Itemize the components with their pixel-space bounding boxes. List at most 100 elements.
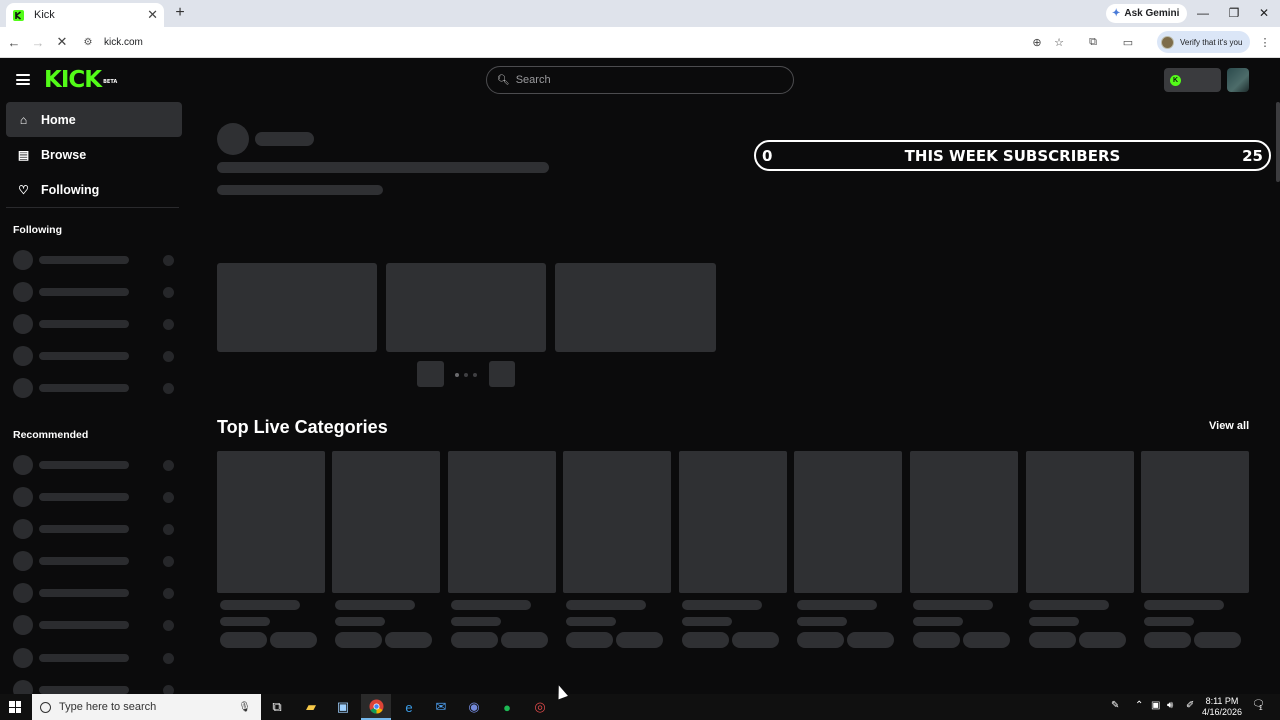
carousel-card-skeleton[interactable] [386,263,546,352]
bookmark-star-icon[interactable]: ☆ [1052,35,1066,49]
carousel-card-skeleton[interactable] [555,263,716,352]
taskbar-search-input[interactable]: Type here to search 🎙︎ [32,694,261,720]
edge-icon[interactable]: e [394,694,424,720]
category-card-skeleton[interactable] [1141,451,1249,593]
category-card-skeleton[interactable] [563,451,671,593]
featured-name-skeleton [255,132,314,146]
carousel-dot[interactable] [473,373,477,377]
notification-icon[interactable]: 🗨︎1 [1252,699,1269,712]
heart-icon: ♡ [18,182,29,197]
category-card-skeleton[interactable] [910,451,1018,593]
minimize-icon[interactable]: — [1192,4,1214,22]
page-scrollbar[interactable] [1276,102,1280,182]
category-viewers-skeleton [335,617,385,626]
following-skeleton-row [13,346,176,366]
category-name-skeleton [913,600,993,610]
browser-menu-icon[interactable]: ⋮ [1258,35,1272,49]
zoom-icon[interactable]: ⊕ [1030,35,1044,49]
category-tag-skeleton [1194,632,1241,648]
recommended-skeleton-row [13,680,176,694]
category-tag-skeleton [501,632,548,648]
recommended-skeleton-row [13,583,176,603]
task-view-icon[interactable]: ⧉ [262,694,292,720]
forward-arrow-icon[interactable]: → [30,34,46,50]
category-tag-skeleton [566,632,613,648]
hamburger-menu-icon[interactable] [16,74,30,85]
sidebar: ⌂ Home ▤ Browse ♡ Following Following Re… [0,102,188,694]
volume-icon[interactable]: 🔊︎ [1167,700,1173,711]
tray-chevron-up-icon[interactable]: ⌃ [1135,700,1143,711]
cortana-circle-icon [40,701,51,713]
category-card-skeleton[interactable] [679,451,787,593]
category-name-skeleton [1029,600,1109,610]
obs-icon[interactable]: ◎ [525,694,555,720]
category-card-skeleton[interactable] [448,451,556,593]
carousel-dot[interactable] [464,373,468,377]
category-card-skeleton[interactable] [794,451,902,593]
user-avatar[interactable] [1227,68,1249,92]
header-status-button[interactable]: K [1164,68,1221,92]
extensions-puzzle-icon[interactable]: ⧉ [1086,35,1100,49]
category-card-skeleton[interactable] [1026,451,1134,593]
following-skeleton-row [13,282,176,302]
kick-logo[interactable]: KICK BETA [44,67,117,93]
category-card-skeleton[interactable] [332,451,440,593]
carousel-card-skeleton[interactable] [217,263,377,352]
carousel-dot[interactable] [455,373,459,377]
sidebar-item-home[interactable]: ⌂ Home [6,102,182,137]
sidebar-item-following[interactable]: ♡ Following [6,172,182,207]
side-panel-icon[interactable]: ▭ [1121,35,1135,49]
recommended-heading: Recommended [13,429,89,441]
carousel-prev-button[interactable] [417,361,444,387]
category-tag-skeleton [963,632,1010,648]
sidebar-item-label: Browse [41,147,87,162]
microsoft-store-icon[interactable]: ▣ [328,694,358,720]
sidebar-item-label: Home [41,112,76,127]
network-icon[interactable]: ▣ [1151,700,1160,711]
category-tag-skeleton [270,632,317,648]
category-card-skeleton[interactable] [217,451,325,593]
category-tag-skeleton [1029,632,1076,648]
category-viewers-skeleton [451,617,501,626]
sidebar-item-browse[interactable]: ▤ Browse [6,137,182,172]
category-tag-skeleton [616,632,663,648]
restore-icon[interactable]: ❐ [1223,4,1245,22]
subscribers-goal-value: 25 [1242,146,1263,165]
file-explorer-icon[interactable]: ▰ [296,694,326,720]
category-tag-skeleton [682,632,729,648]
search-placeholder: Search [515,74,551,86]
stop-loading-icon[interactable]: ✕ [54,34,70,50]
search-icon: 🔍︎ [497,74,510,86]
taskbar-clock[interactable]: 8:11 PM 4/16/2026 [1202,696,1242,718]
ask-gemini-button[interactable]: ✦ Ask Gemini [1106,4,1188,23]
close-window-icon[interactable]: ✕ [1253,4,1275,22]
tab-title: Kick [34,9,55,21]
windows-start-icon[interactable] [9,701,21,713]
category-tag-skeleton [913,632,960,648]
search-input[interactable]: 🔍︎ Search [486,66,794,94]
back-arrow-icon[interactable]: ← [6,34,22,50]
address-bar[interactable]: ⚙ kick.com [82,31,1082,54]
browser-tab-kick[interactable]: Kick ✕ [6,3,164,27]
category-name-skeleton [682,600,762,610]
close-tab-icon[interactable]: ✕ [147,7,158,23]
carousel-next-button[interactable] [489,361,515,387]
view-all-link[interactable]: View all [1209,420,1249,432]
logo-text: KICK [44,67,102,93]
site-settings-icon[interactable]: ⚙ [82,37,94,49]
chrome-icon[interactable] [361,694,391,720]
pen-icon[interactable]: ✐ [1186,700,1194,711]
verify-profile-button[interactable]: Verify that it's you [1157,31,1251,53]
spotify-icon[interactable]: ● [492,694,522,720]
pen-workspace-icon[interactable]: ✎ [1111,700,1119,711]
discord-icon[interactable]: ◉ [459,694,489,720]
category-viewers-skeleton [566,617,616,626]
category-name-skeleton [451,600,531,610]
microphone-icon[interactable]: 🎙︎ [238,702,251,713]
browser-tab-strip: Kick ✕ + ✦ Ask Gemini — ❐ ✕ [0,0,1280,27]
profile-avatar [1161,35,1174,49]
mail-icon[interactable]: ✉ [426,694,456,720]
category-tag-skeleton [220,632,267,648]
category-name-skeleton [1144,600,1224,610]
new-tab-button[interactable]: + [170,3,190,23]
